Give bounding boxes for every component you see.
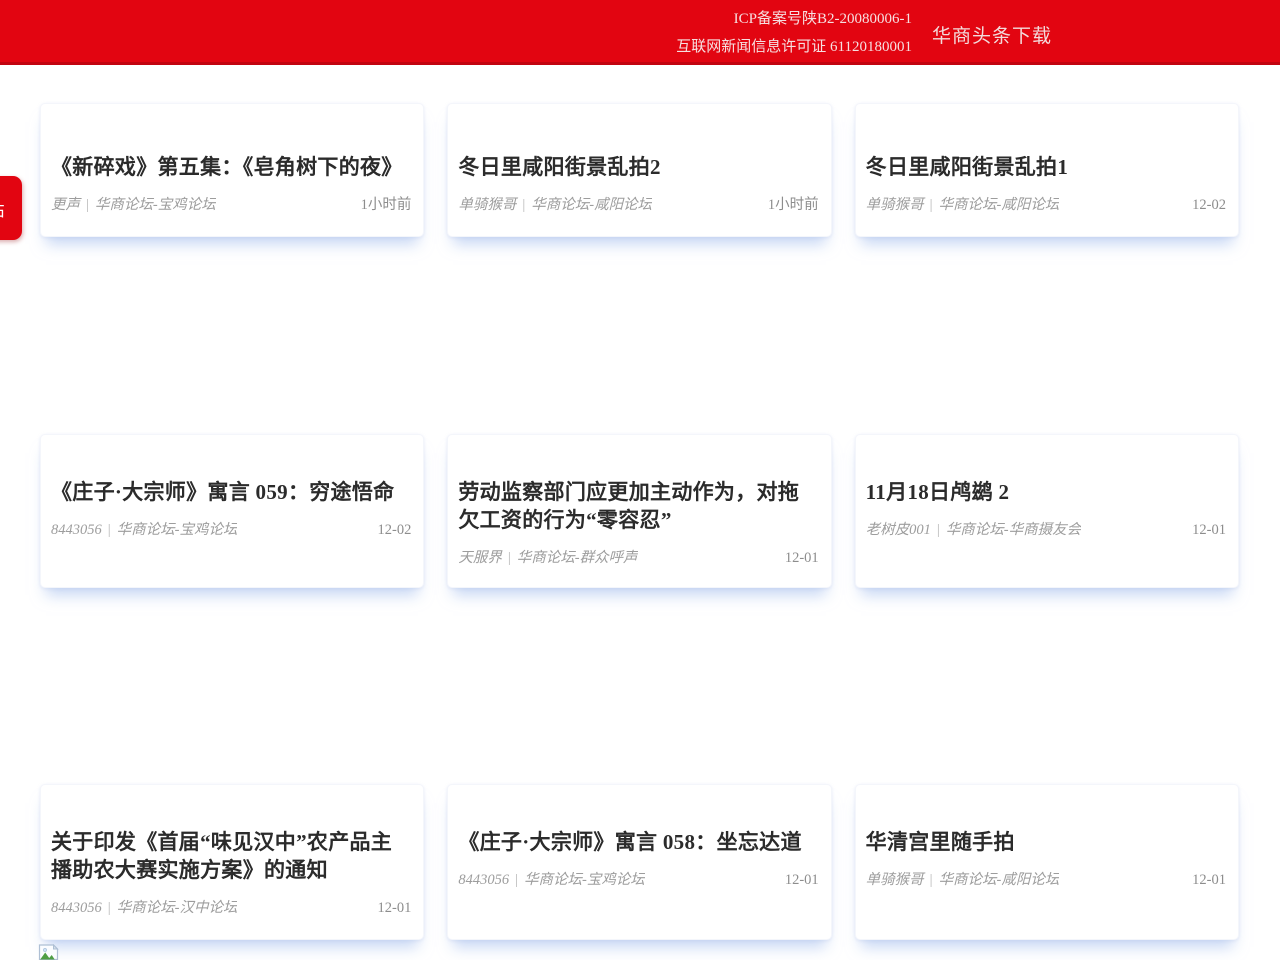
card-author: 更声 [51, 197, 80, 213]
card-author-forum: 单骑猴哥|华商论坛-咸阳论坛 [458, 193, 652, 214]
broken-image-icon [38, 944, 59, 960]
meta-separator: | [509, 872, 524, 888]
card-date: 12-02 [1182, 197, 1226, 214]
card-author: 单骑猴哥 [866, 197, 924, 213]
card-meta: 天服界|华商论坛-群众呼声 12-01 [458, 546, 818, 567]
card-row-3: 关于印发《首届“味见汉中”农产品主播助农大赛实施方案》的通知8443056|华商… [0, 784, 1280, 940]
card-author-forum: 8443056|华商论坛-汉中论坛 [51, 896, 237, 917]
card-forum: 华商论坛-宝鸡论坛 [95, 197, 216, 213]
card-meta: 老树皮001|华商论坛-华商摄友会 12-01 [866, 518, 1226, 539]
card-meta: 更声|华商论坛-宝鸡论坛 1小时前 [51, 193, 411, 214]
news-card[interactable]: 11月18日鸬鹚 2 老树皮001|华商论坛-华商摄友会 12-01 [855, 434, 1239, 588]
card-row-2: 《庄子·大宗师》寓言 059：穷途悟命8443056|华商论坛-宝鸡论坛12-0… [0, 434, 1280, 588]
news-card[interactable]: 劳动监察部门应更加主动作为，对拖欠工资的行为“零容忍” 天服界|华商论坛-群众呼声… [447, 434, 831, 588]
card-author: 8443056 [51, 522, 102, 538]
card-author-forum: 天服界|华商论坛-群众呼声 [458, 546, 637, 567]
card-author-forum: 8443056|华商论坛-宝鸡论坛 [458, 868, 644, 889]
card-forum: 华商论坛-汉中论坛 [117, 900, 238, 916]
news-card[interactable]: 《新碎戏》第五集：《皂角树下的夜》更声|华商论坛-宝鸡论坛 1小时前 [40, 103, 424, 237]
card-author: 天服界 [458, 550, 502, 566]
card-author: 8443056 [458, 872, 509, 888]
card-date: 12-01 [775, 550, 819, 567]
card-author: 单骑猴哥 [458, 197, 516, 213]
news-card[interactable]: 冬日里咸阳街景乱拍2 单骑猴哥|华商论坛-咸阳论坛 1小时前 [447, 103, 831, 237]
card-author-forum: 单骑猴哥|华商论坛-咸阳论坛 [866, 193, 1060, 214]
card-forum: 华商论坛-宝鸡论坛 [117, 522, 238, 538]
card-meta: 单骑猴哥|华商论坛-咸阳论坛 1小时前 [458, 193, 818, 214]
card-meta: 8443056|华商论坛-宝鸡论坛 12-01 [458, 868, 818, 889]
card-date: 12-01 [1182, 872, 1226, 889]
card-meta: 单骑猴哥|华商论坛-咸阳论坛 12-02 [866, 193, 1226, 214]
card-title: 劳动监察部门应更加主动作为，对拖欠工资的行为“零容忍” [458, 478, 818, 534]
icp-info: ICP备案号陕B2-20080006-1 互联网新闻信息许可证 61120180… [676, 5, 912, 61]
meta-separator: | [516, 197, 531, 213]
card-title: 华清宫里随手拍 [866, 828, 1226, 856]
card-author-forum: 单骑猴哥|华商论坛-咸阳论坛 [866, 868, 1060, 889]
card-forum: 华商论坛-咸阳论坛 [939, 872, 1060, 888]
side-tab-label: 站 [0, 196, 5, 221]
icp-line2: 互联网新闻信息许可证 61120180001 [676, 33, 912, 61]
card-title: 《新碎戏》第五集：《皂角树下的夜》 [51, 153, 411, 181]
news-card[interactable]: 华清宫里随手拍单骑猴哥|华商论坛-咸阳论坛 12-01 [855, 784, 1239, 940]
card-title: 冬日里咸阳街景乱拍2 [458, 153, 818, 181]
meta-separator: | [931, 522, 946, 538]
icp-line1: ICP备案号陕B2-20080006-1 [676, 5, 912, 33]
meta-separator: | [502, 550, 517, 566]
news-card[interactable]: 关于印发《首届“味见汉中”农产品主播助农大赛实施方案》的通知 8443056|华商… [40, 784, 424, 940]
card-forum: 华商论坛-群众呼声 [517, 550, 638, 566]
card-date: 12-01 [1182, 522, 1226, 539]
card-author-forum: 老树皮001|华商论坛-华商摄友会 [866, 518, 1081, 539]
meta-separator: | [102, 522, 117, 538]
card-title: 冬日里咸阳街景乱拍1 [866, 153, 1226, 181]
news-card[interactable]: 《庄子·大宗师》寓言 059：穷途悟命 8443056|华商论坛-宝鸡论坛 12-0… [40, 434, 424, 588]
card-row-1: 《新碎戏》第五集：《皂角树下的夜》更声|华商论坛-宝鸡论坛1小时前冬日里咸阳街景… [0, 103, 1280, 237]
meta-separator: | [924, 872, 939, 888]
card-date: 1小时前 [351, 193, 412, 214]
card-author: 老树皮001 [866, 522, 931, 538]
meta-separator: | [102, 900, 117, 916]
card-author: 8443056 [51, 900, 102, 916]
card-author: 单骑猴哥 [866, 872, 924, 888]
card-title: 《庄子·大宗师》寓言 059：穷途悟命 [51, 478, 411, 506]
card-forum: 华商论坛-咸阳论坛 [531, 197, 652, 213]
card-forum: 华商论坛-咸阳论坛 [939, 197, 1060, 213]
card-title: 《庄子·大宗师》寓言 058：坐忘达道 [458, 828, 818, 856]
card-author-forum: 更声|华商论坛-宝鸡论坛 [51, 193, 216, 214]
card-date: 12-02 [367, 522, 411, 539]
app-download-link[interactable]: 华商头条下载 [932, 21, 1052, 48]
card-forum: 华商论坛-华商摄友会 [946, 522, 1081, 538]
card-title: 关于印发《首届“味见汉中”农产品主播助农大赛实施方案》的通知 [51, 828, 411, 884]
card-forum: 华商论坛-宝鸡论坛 [524, 872, 645, 888]
news-card[interactable]: 《庄子·大宗师》寓言 058：坐忘达道 8443056|华商论坛-宝鸡论坛 12-0… [447, 784, 831, 940]
card-date: 1小时前 [758, 193, 819, 214]
card-meta: 单骑猴哥|华商论坛-咸阳论坛 12-01 [866, 868, 1226, 889]
card-author-forum: 8443056|华商论坛-宝鸡论坛 [51, 518, 237, 539]
meta-separator: | [924, 197, 939, 213]
side-tab[interactable]: 站 [0, 176, 22, 240]
card-meta: 8443056|华商论坛-汉中论坛 12-01 [51, 896, 411, 917]
card-meta: 8443056|华商论坛-宝鸡论坛 12-02 [51, 518, 411, 539]
news-card[interactable]: 冬日里咸阳街景乱拍1 单骑猴哥|华商论坛-咸阳论坛 12-02 [855, 103, 1239, 237]
card-title: 11月18日鸬鹚 2 [866, 478, 1226, 506]
header-bar: ICP备案号陕B2-20080006-1 互联网新闻信息许可证 61120180… [0, 0, 1280, 65]
card-date: 12-01 [367, 900, 411, 917]
meta-separator: | [80, 197, 95, 213]
card-date: 12-01 [775, 872, 819, 889]
